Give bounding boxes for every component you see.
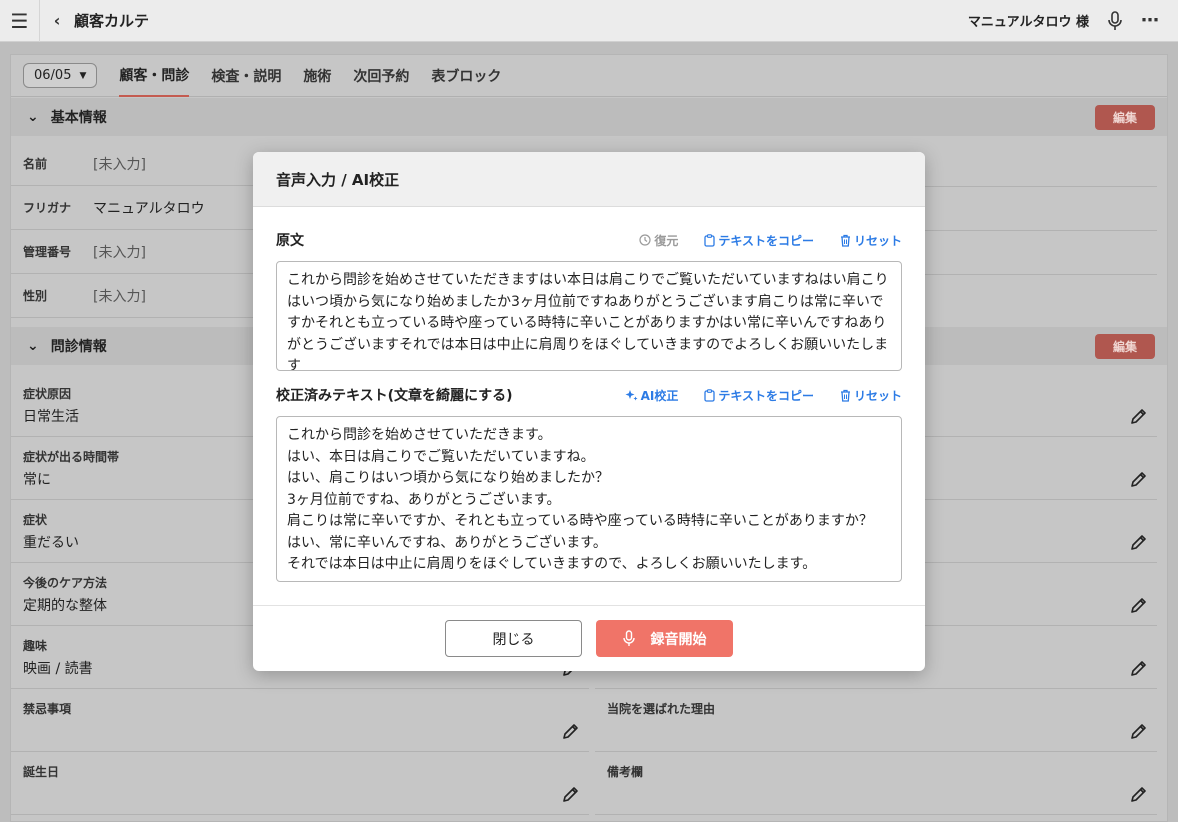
original-textarea[interactable]: これから問診を始めさせていただきますはい本日は肩こりでご覧いただいていますねはい… xyxy=(276,261,902,371)
voice-input-dialog: 音声入力 / AI校正 原文 復元 テキストをコピー リセット これから問診を始… xyxy=(253,152,925,671)
reset-corrected-button[interactable]: リセット xyxy=(840,387,902,404)
tab-bar: 06/05 ▼ 顧客・問診 検査・説明 施術 次回予約 表ブロック xyxy=(11,55,1167,97)
pencil-icon[interactable] xyxy=(561,721,581,741)
record-label: 録音開始 xyxy=(650,631,707,648)
interview-field-label: 当院を選ばれた理由 xyxy=(607,702,716,716)
pencil-icon[interactable] xyxy=(1129,658,1149,678)
pencil-icon[interactable] xyxy=(1129,784,1149,804)
microphone-icon[interactable] xyxy=(1107,10,1123,31)
dialog-footer: 閉じる 録音開始 xyxy=(253,605,925,671)
field-label: 管理番号 xyxy=(23,245,72,259)
patient-name: マニュアルタロウ 様 xyxy=(967,15,1089,30)
restore-button[interactable]: 復元 xyxy=(639,232,678,249)
field-label: 性別 xyxy=(23,289,48,303)
corrected-title: 校正済みテキスト(文章を綺麗にする) xyxy=(276,388,513,404)
original-title: 原文 xyxy=(276,233,304,249)
close-button[interactable]: 閉じる xyxy=(445,620,582,657)
date-value: 06/05 xyxy=(34,68,72,83)
dialog-title: 音声入力 / AI校正 xyxy=(253,152,925,207)
tab-treatment[interactable]: 施術 xyxy=(303,56,331,96)
tab-next-appointment[interactable]: 次回予約 xyxy=(353,56,409,96)
pencil-icon[interactable] xyxy=(1129,721,1149,741)
interview-field: 禁忌事項 xyxy=(11,690,589,752)
clock-icon xyxy=(639,234,651,246)
tab-exam[interactable]: 検査・説明 xyxy=(211,56,281,96)
corrected-textarea[interactable]: これから問診を始めさせていただきます。 はい、本日は肩こりでご覧いただいています… xyxy=(276,416,902,582)
trash-icon xyxy=(840,389,850,402)
ai-correct-button[interactable]: AI校正 xyxy=(625,387,679,404)
date-select[interactable]: 06/05 ▼ xyxy=(23,63,98,88)
chevron-down-icon: ⌄ xyxy=(27,109,39,125)
top-bar: ☰ ‹ 顧客カルテ マニュアルタロウ 様 ⋯ xyxy=(0,0,1178,42)
interview-edit-button[interactable]: 編集 xyxy=(1095,334,1155,359)
back-icon[interactable]: ‹ xyxy=(40,11,74,30)
reset-original-button[interactable]: リセット xyxy=(840,232,902,249)
copy-label: テキストをコピー xyxy=(718,233,814,248)
restore-label: 復元 xyxy=(654,233,679,248)
field-value: マニュアルタロウ xyxy=(93,200,205,217)
page-title: 顧客カルテ xyxy=(74,12,150,30)
sparkle-icon xyxy=(625,389,638,400)
basic-edit-button[interactable]: 編集 xyxy=(1095,105,1155,130)
basic-info-header[interactable]: ⌄ 基本情報 編集 xyxy=(11,98,1167,136)
interview-field: 備考欄 xyxy=(595,753,1157,815)
interview-field-label: 備考欄 xyxy=(607,765,644,779)
copy-original-button[interactable]: テキストをコピー xyxy=(704,232,814,249)
reset-label: リセット xyxy=(853,388,902,403)
pencil-icon[interactable] xyxy=(561,784,581,804)
menu-icon[interactable]: ☰ xyxy=(0,0,40,42)
basic-info-title: 基本情報 xyxy=(50,110,107,126)
field-value: [未入力] xyxy=(93,244,146,261)
tab-table-block[interactable]: 表ブロック xyxy=(431,56,501,96)
clipboard-icon xyxy=(704,388,715,402)
tab-customer-interview[interactable]: 顧客・問診 xyxy=(119,55,190,97)
record-start-button[interactable]: 録音開始 xyxy=(596,620,733,657)
copy-label: テキストをコピー xyxy=(718,388,814,403)
pencil-icon[interactable] xyxy=(1129,406,1149,426)
pencil-icon[interactable] xyxy=(1129,469,1149,489)
interview-field: 当院を選ばれた理由 xyxy=(595,690,1157,752)
microphone-icon xyxy=(622,630,635,646)
pencil-icon[interactable] xyxy=(1129,595,1149,615)
interview-field-label: 禁忌事項 xyxy=(23,702,72,716)
clipboard-icon xyxy=(704,233,715,247)
field-label: フリガナ xyxy=(23,201,72,215)
corrected-header: 校正済みテキスト(文章を綺麗にする) AI校正 テキストをコピー リセット xyxy=(276,385,902,405)
copy-corrected-button[interactable]: テキストをコピー xyxy=(704,387,814,404)
caret-down-icon: ▼ xyxy=(79,70,87,81)
original-header: 原文 復元 テキストをコピー リセット xyxy=(276,230,902,250)
ai-correct-label: AI校正 xyxy=(640,388,679,403)
interview-field-label: 誕生日 xyxy=(23,765,60,779)
interview-field: 誕生日 xyxy=(11,753,589,815)
interview-info-title: 問診情報 xyxy=(50,339,107,355)
field-value: [未入力] xyxy=(93,156,146,173)
chevron-down-icon: ⌄ xyxy=(27,338,39,354)
more-icon[interactable]: ⋯ xyxy=(1141,10,1160,31)
field-label: 名前 xyxy=(23,157,48,171)
field-value: [未入力] xyxy=(93,288,146,305)
pencil-icon[interactable] xyxy=(1129,532,1149,552)
reset-label: リセット xyxy=(853,233,902,248)
trash-icon xyxy=(840,234,850,247)
